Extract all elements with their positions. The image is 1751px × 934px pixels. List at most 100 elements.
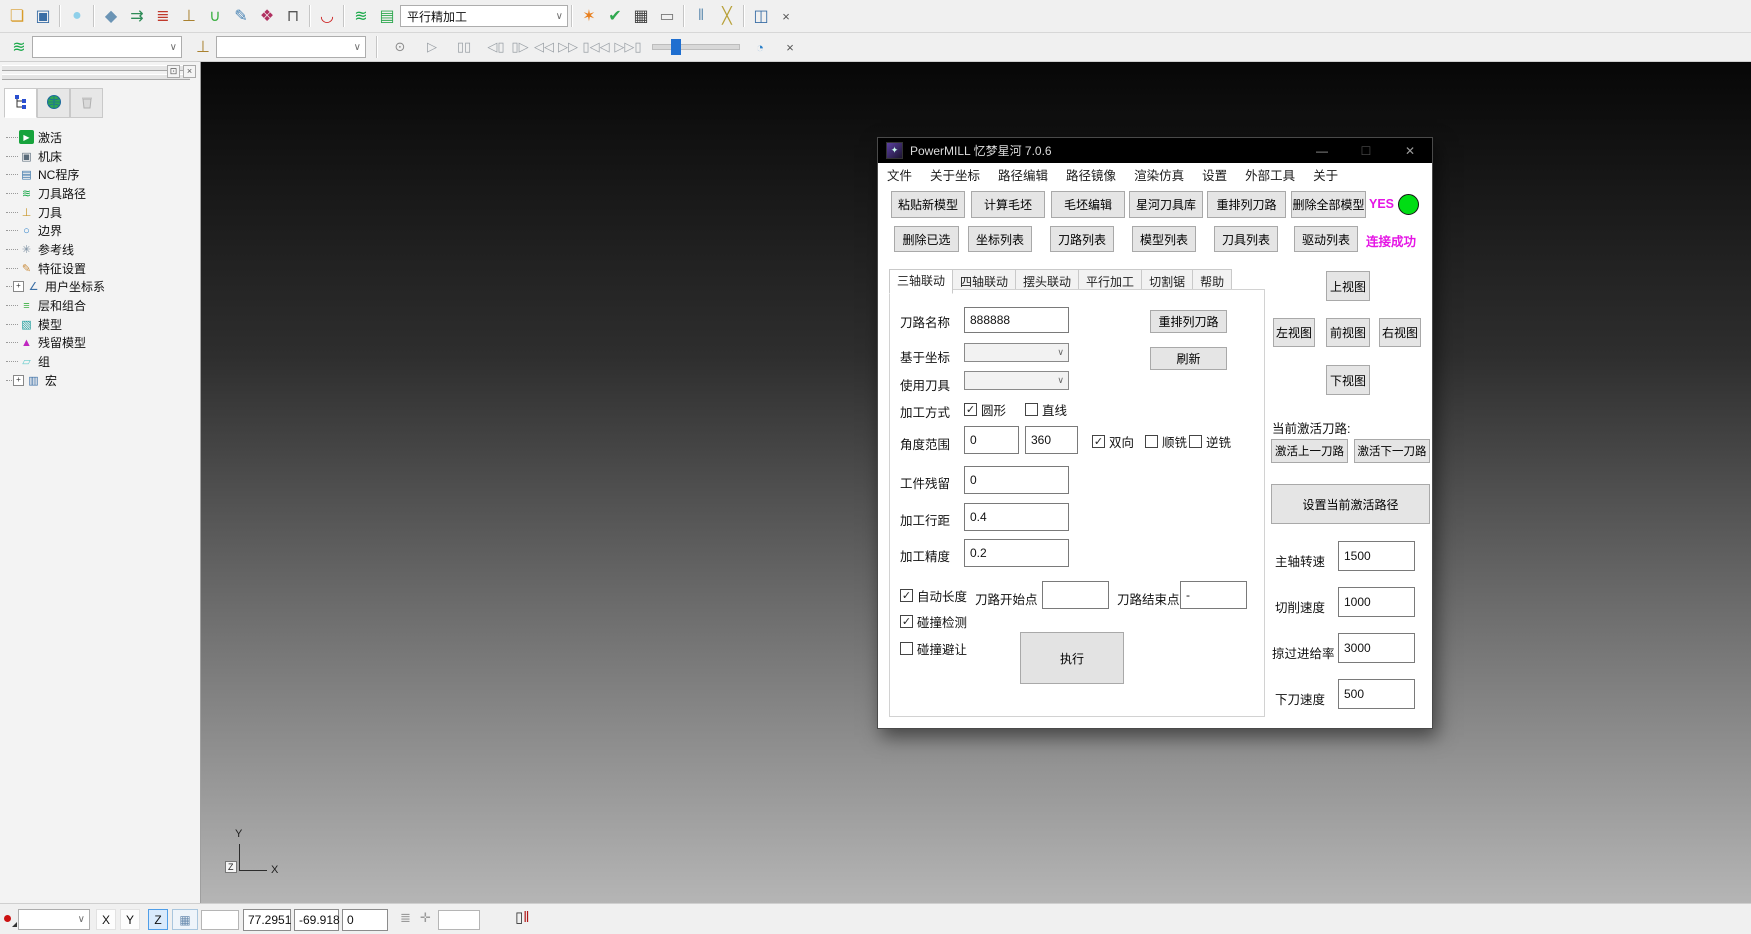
explorer-globe-tab[interactable]	[37, 88, 70, 118]
execute-button[interactable]: 执行	[1020, 632, 1124, 684]
open-file-icon[interactable]: ❏	[4, 3, 30, 29]
tool-pair-icon[interactable]: ‖	[688, 3, 714, 29]
tree-item-workplanes[interactable]: +∠用户坐标系	[6, 278, 200, 297]
axis-z-button[interactable]: Z	[148, 909, 168, 930]
grid-toggle-button[interactable]: ▦	[172, 909, 198, 930]
tree-item-stock-models[interactable]: ▲残留模型	[6, 334, 200, 353]
simulation-icon[interactable]: ◡	[314, 3, 340, 29]
toolpath-verify-icon[interactable]: ✶	[576, 3, 602, 29]
step-back-icon[interactable]: ◁▯	[484, 35, 508, 59]
menu-about[interactable]: 关于	[1304, 163, 1347, 185]
toolpath-check-icon[interactable]: ✔	[602, 3, 628, 29]
angle-from-input[interactable]: 0	[964, 426, 1019, 454]
expand-plus-icon[interactable]: +	[13, 281, 24, 292]
view-bottom-button[interactable]: 下视图	[1326, 365, 1370, 395]
panel-close-button[interactable]: ×	[183, 65, 196, 78]
tolerance-field[interactable]	[438, 910, 480, 930]
boundary-icon[interactable]: ∪	[202, 3, 228, 29]
line-checkbox[interactable]	[1025, 403, 1038, 416]
calc-stock-button[interactable]: 计算毛坯	[971, 191, 1045, 218]
stepover-input[interactable]: 0.4	[964, 503, 1069, 531]
tree-item-groups[interactable]: ▱组	[6, 352, 200, 371]
device-pause-icon[interactable]: ▯‖	[515, 908, 529, 926]
set-active-path-button[interactable]: 设置当前激活路径	[1271, 484, 1430, 524]
simulation-speed-slider[interactable]	[652, 44, 740, 50]
menu-render-sim[interactable]: 渲染仿真	[1125, 163, 1193, 185]
based-coord-select[interactable]: ∨	[964, 343, 1069, 362]
feature-set-icon[interactable]: ❖	[254, 3, 280, 29]
expand-plus-icon[interactable]: +	[13, 375, 24, 386]
circular-checkbox[interactable]: ✓	[964, 403, 977, 416]
drive-list-button[interactable]: 驱动列表	[1294, 226, 1358, 252]
spindle-speed-input[interactable]: 1500	[1338, 541, 1415, 571]
cutting-feed-input[interactable]: 1000	[1338, 587, 1415, 617]
tree-item-nc-program[interactable]: ▤NC程序	[6, 165, 200, 184]
coord-y-field[interactable]: -69.918	[294, 909, 339, 931]
pause-icon[interactable]: ▯▯	[452, 35, 476, 59]
auto-length-checkbox[interactable]: ✓	[900, 589, 913, 602]
tool-select-icon[interactable]: ⊥	[190, 34, 216, 60]
draw-mode-button[interactable]	[3, 913, 17, 927]
menu-settings[interactable]: 设置	[1193, 163, 1236, 185]
menu-external-tools[interactable]: 外部工具	[1236, 163, 1304, 185]
coords-list-icon[interactable]: ≣	[400, 910, 411, 926]
play-icon[interactable]: ▷	[420, 35, 444, 59]
tree-item-toolpaths[interactable]: ≋刀具路径	[6, 184, 200, 203]
cylinders-icon[interactable]: ◫	[748, 3, 774, 29]
toolbar-close-icon[interactable]: ×	[774, 4, 798, 28]
activate-next-toolpath-button[interactable]: 激活下一刀路	[1354, 439, 1430, 463]
explorer-trash-tab[interactable]	[70, 88, 103, 118]
compass-icon[interactable]: ✛	[420, 910, 431, 926]
grid-size-field[interactable]	[201, 910, 239, 930]
conventional-checkbox[interactable]	[1189, 435, 1202, 448]
rewind-icon[interactable]: ◁◁	[532, 35, 556, 59]
toolpath-draft-icon[interactable]: ⇉	[124, 3, 150, 29]
stock-edit-button[interactable]: 毛坯编辑	[1051, 191, 1125, 218]
status-dropdown[interactable]: ∨	[18, 909, 90, 930]
bidirectional-checkbox[interactable]: ✓	[1092, 435, 1105, 448]
panel-grip[interactable]	[2, 74, 190, 80]
tree-item-feature-sets[interactable]: ✎特征设置	[6, 259, 200, 278]
ball-tool-icon[interactable]: ⊥	[176, 3, 202, 29]
tool-swap-icon[interactable]: ╳	[714, 3, 740, 29]
menu-path-edit[interactable]: 路径编辑	[989, 163, 1057, 185]
maximize-button[interactable]: ☐	[1344, 138, 1388, 163]
tolerance-input[interactable]: 0.2	[964, 539, 1069, 567]
ruler-icon[interactable]: ▭	[654, 3, 680, 29]
pattern-icon[interactable]: ✎	[228, 3, 254, 29]
calculator-icon[interactable]: ▦	[628, 3, 654, 29]
tool-holder-icon[interactable]: ⊓	[280, 3, 306, 29]
nc-program-icon[interactable]: ≣	[150, 3, 176, 29]
collision-check-checkbox[interactable]: ✓	[900, 615, 913, 628]
minimize-button[interactable]: —	[1300, 138, 1344, 163]
axis-x-button[interactable]: X	[96, 909, 116, 930]
tree-item-patterns[interactable]: ✳参考线	[6, 240, 200, 259]
collision-avoid-checkbox[interactable]	[900, 642, 913, 655]
block-icon[interactable]: ◆	[98, 3, 124, 29]
skip-end-icon[interactable]: ▷▷▯	[612, 35, 644, 59]
fast-forward-icon[interactable]: ▷▷	[556, 35, 580, 59]
tree-item-activate[interactable]: ▶激活	[6, 128, 200, 147]
angle-to-input[interactable]: 360	[1025, 426, 1078, 454]
tree-item-macros[interactable]: +▥宏	[6, 371, 200, 390]
tree-item-models[interactable]: ▧模型	[6, 315, 200, 334]
slider-thumb[interactable]	[671, 39, 681, 55]
toolpath-name-input[interactable]: 888888	[964, 307, 1069, 333]
axis-y-button[interactable]: Y	[120, 909, 140, 930]
toolpath-list-button[interactable]: 刀路列表	[1050, 226, 1114, 252]
paste-new-model-button[interactable]: 粘贴新模型	[891, 191, 965, 218]
end-point-input[interactable]: -	[1180, 581, 1247, 609]
save-icon[interactable]: ▣	[30, 3, 56, 29]
sim-tool-dropdown[interactable]: ∨	[216, 36, 366, 58]
close-button[interactable]: ✕	[1388, 138, 1432, 163]
explorer-tree-tab[interactable]	[4, 88, 37, 118]
sphere-shade-icon[interactable]: ●	[64, 3, 90, 29]
clock-icon[interactable]: ◔	[748, 35, 772, 59]
delete-selected-button[interactable]: 删除已选	[894, 226, 959, 252]
coord-z-field[interactable]: 0	[342, 909, 388, 931]
view-top-button[interactable]: 上视图	[1326, 271, 1370, 301]
menu-about-coords[interactable]: 关于坐标	[921, 163, 989, 185]
toolpath-coil-icon[interactable]: ≋	[6, 34, 32, 60]
coord-x-field[interactable]: 77.2951	[243, 909, 291, 931]
use-tool-select[interactable]: ∨	[964, 371, 1069, 390]
